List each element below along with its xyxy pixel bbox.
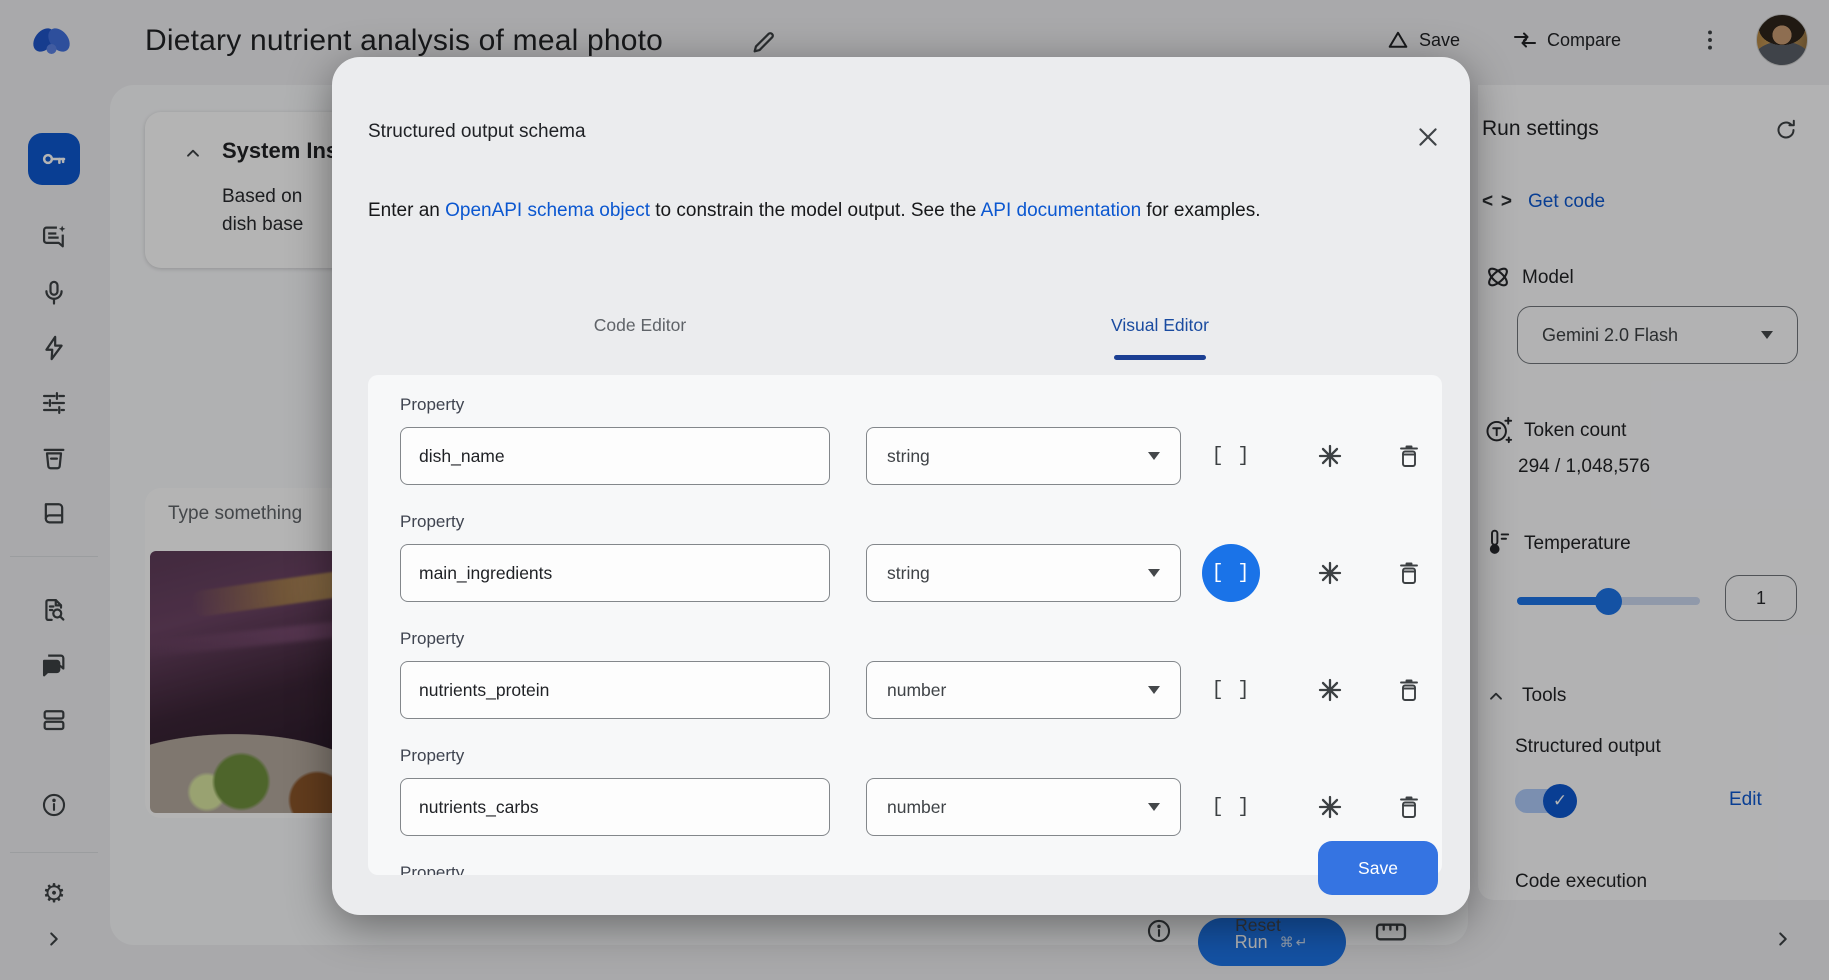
openapi-schema-link[interactable]: OpenAPI schema object: [445, 200, 650, 221]
property-label: Property: [400, 395, 600, 415]
tab-code-editor[interactable]: Code Editor: [490, 315, 790, 336]
tab-visual-editor[interactable]: Visual Editor: [1010, 315, 1310, 336]
property-type-select[interactable]: string: [866, 544, 1181, 602]
api-documentation-link[interactable]: API documentation: [981, 200, 1142, 221]
reset-button[interactable]: Reset: [1222, 903, 1294, 947]
property-name-input[interactable]: nutrients_carbs: [400, 778, 830, 836]
array-toggle-button[interactable]: [ ]: [1202, 661, 1260, 719]
chevron-down-icon: [1148, 569, 1160, 577]
property-name-input[interactable]: main_ingredients: [400, 544, 830, 602]
property-label: Property: [400, 746, 600, 766]
modal-description: Enter an OpenAPI schema object to constr…: [368, 197, 1440, 225]
schema-properties-panel: Property dish_name string [ ] Property m…: [368, 375, 1442, 875]
delete-property-trash-icon[interactable]: [1387, 434, 1431, 478]
required-asterisk-button[interactable]: [1308, 785, 1352, 829]
modal-title: Structured output schema: [368, 121, 586, 143]
required-asterisk-button[interactable]: [1308, 551, 1352, 595]
property-name-input[interactable]: dish_name: [400, 427, 830, 485]
array-toggle-button[interactable]: [ ]: [1202, 778, 1260, 836]
chevron-down-icon: [1148, 686, 1160, 694]
required-asterisk-button[interactable]: [1308, 434, 1352, 478]
property-name-input[interactable]: nutrients_protein: [400, 661, 830, 719]
property-label: Property: [400, 512, 600, 532]
close-icon[interactable]: [1408, 117, 1448, 157]
structured-output-schema-modal: Structured output schema Enter an OpenAP…: [332, 57, 1470, 915]
required-asterisk-button[interactable]: [1308, 668, 1352, 712]
chevron-down-icon: [1148, 452, 1160, 460]
delete-property-trash-icon[interactable]: [1387, 785, 1431, 829]
modal-save-button[interactable]: Save: [1318, 841, 1438, 895]
delete-property-trash-icon[interactable]: [1387, 551, 1431, 595]
property-type-select[interactable]: number: [866, 661, 1181, 719]
property-label: Property: [400, 629, 600, 649]
chevron-down-icon: [1148, 803, 1160, 811]
property-type-select[interactable]: number: [866, 778, 1181, 836]
array-toggle-button[interactable]: [ ]: [1202, 427, 1260, 485]
delete-property-trash-icon[interactable]: [1387, 668, 1431, 712]
property-type-select[interactable]: string: [866, 427, 1181, 485]
property-label: Property: [400, 863, 600, 875]
array-toggle-button-active[interactable]: [ ]: [1202, 544, 1260, 602]
active-tab-underline: [1114, 355, 1206, 360]
